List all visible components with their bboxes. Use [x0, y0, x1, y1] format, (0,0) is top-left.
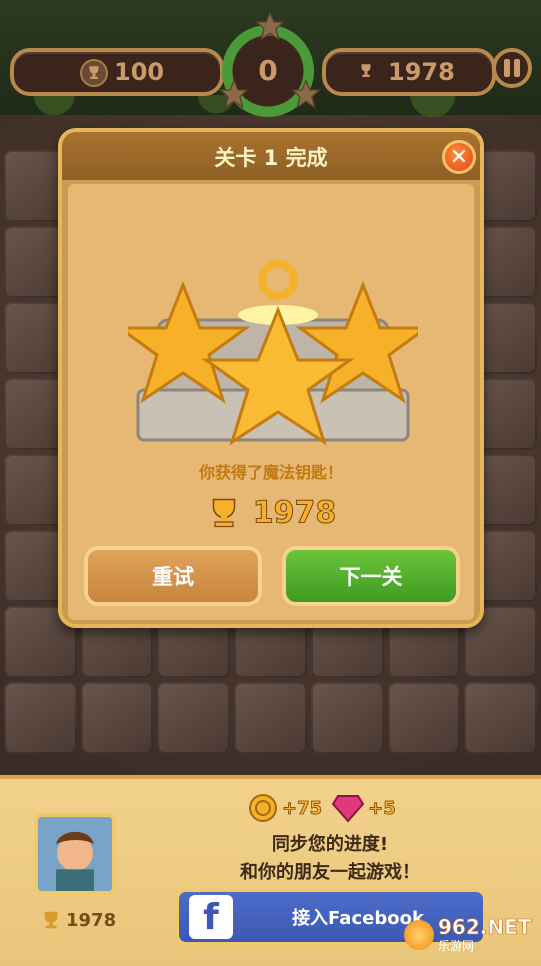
- facebook-rewards: +75 +5: [248, 793, 406, 823]
- best-score-pill: 100: [10, 48, 224, 96]
- pause-icon: [504, 59, 510, 77]
- best-score: 100: [114, 58, 165, 86]
- star-icon: [218, 78, 250, 109]
- trophy-icon: [80, 59, 108, 87]
- close-icon: ✕: [449, 144, 469, 170]
- pause-button[interactable]: [492, 48, 532, 88]
- level-complete-dialog: 关卡 1 完成 ✕ 你获得了魔法钥匙！ 1978 重试 下一关: [58, 128, 484, 628]
- sync-promo-text: 同步您的进度! 和你的朋友一起游戏！: [200, 831, 460, 887]
- gem-reward: +5: [368, 797, 396, 819]
- reward-message: 你获得了魔法钥匙！: [198, 463, 343, 482]
- trophy-icon: [354, 59, 378, 83]
- close-button[interactable]: ✕: [442, 140, 476, 174]
- coin-reward: +75: [282, 797, 323, 819]
- coin-icon: [249, 794, 277, 822]
- dialog-header: 关卡 1 完成 ✕: [62, 132, 480, 180]
- trophy-icon: [44, 911, 58, 929]
- dialog-title: 关卡 1 完成: [214, 146, 328, 170]
- trophy-icon: [212, 498, 235, 528]
- watermark-sub: 乐游网: [438, 938, 475, 953]
- watermark-logo-icon: [404, 920, 434, 950]
- star-icon: [290, 78, 322, 109]
- target-score: 1978: [388, 58, 455, 86]
- site-watermark: 962.NET 乐游网: [404, 915, 534, 955]
- watermark-brand: 962.NET: [438, 914, 532, 939]
- facebook-icon: f: [189, 895, 233, 939]
- avatar[interactable]: [34, 813, 116, 895]
- retry-button[interactable]: 重试: [84, 546, 262, 606]
- gem-icon: [332, 795, 365, 823]
- level-score: 1978: [68, 495, 474, 531]
- target-score-pill: 1978: [322, 48, 496, 96]
- dialog-body: 你获得了魔法钥匙！ 1978 重试 下一关: [68, 184, 474, 620]
- player-portrait: [38, 817, 112, 891]
- player-score: 1978: [40, 909, 116, 931]
- promo-line-1: 同步您的进度!: [271, 834, 389, 855]
- level-score-value: 1978: [252, 495, 337, 531]
- player-score-value: 1978: [66, 909, 117, 931]
- stars-pedestal-illustration: [128, 260, 418, 446]
- next-level-button[interactable]: 下一关: [282, 546, 460, 606]
- promo-line-2: 和你的朋友一起游戏！: [240, 862, 420, 883]
- star-icon: [254, 10, 286, 41]
